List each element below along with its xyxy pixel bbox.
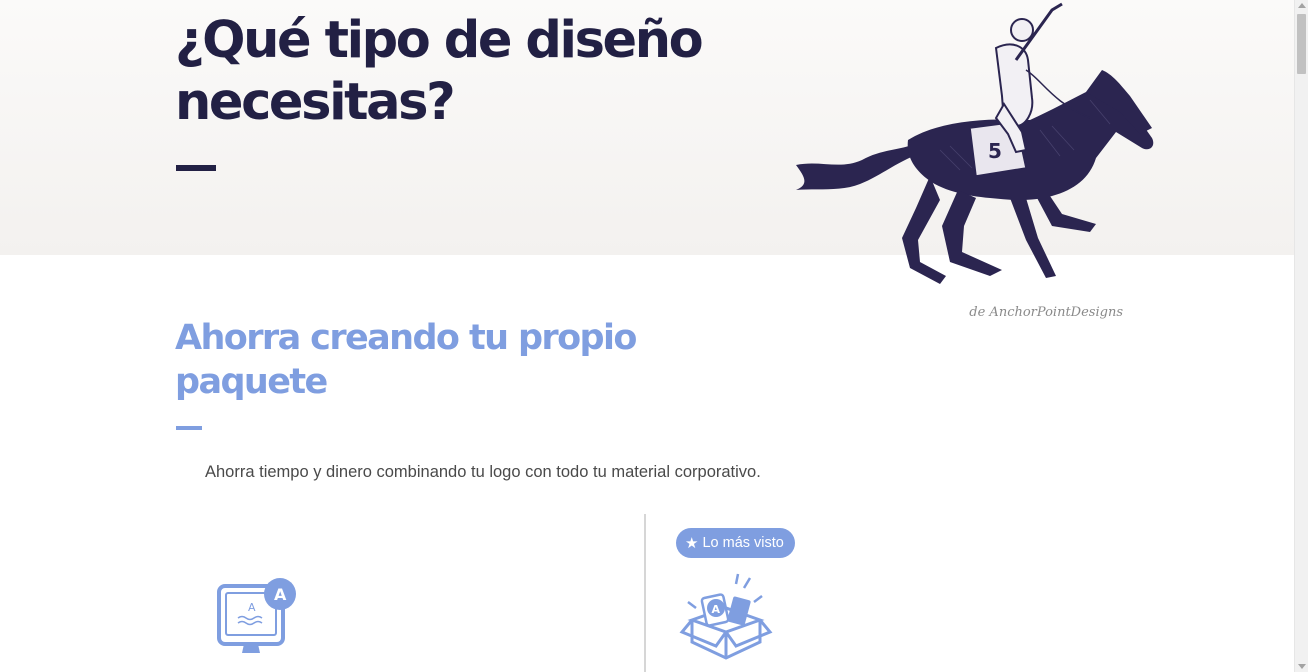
svg-text:5: 5 xyxy=(988,139,1002,163)
svg-text:A: A xyxy=(712,603,721,616)
star-icon: ★ xyxy=(685,534,699,552)
card-divider xyxy=(644,514,646,672)
scroll-down-arrow-icon[interactable] xyxy=(1298,664,1306,669)
scroll-up-arrow-icon[interactable] xyxy=(1298,3,1306,8)
most-viewed-badge: ★ Lo más visto xyxy=(676,528,795,558)
section-title-underline xyxy=(176,426,202,430)
racehorse-jockey-illustration: 5 xyxy=(796,2,1154,284)
logo-monitor-icon[interactable]: A A xyxy=(212,575,302,665)
scrollbar-thumb[interactable] xyxy=(1297,14,1306,74)
page-scrollbar[interactable] xyxy=(1294,0,1308,672)
svg-text:A: A xyxy=(248,601,256,614)
hero-title-underline xyxy=(176,165,216,171)
image-credit: de AnchorPointDesigns xyxy=(969,305,1123,320)
package-box-icon[interactable]: A xyxy=(678,570,774,662)
section-title: Ahorra creando tu propio paquete xyxy=(175,318,637,402)
section-description: Ahorra tiempo y dinero combinando tu log… xyxy=(205,463,761,481)
svg-text:A: A xyxy=(274,585,287,604)
hero-title: ¿Qué tipo de diseño necesitas? xyxy=(175,11,704,132)
badge-label: Lo más visto xyxy=(702,535,784,551)
